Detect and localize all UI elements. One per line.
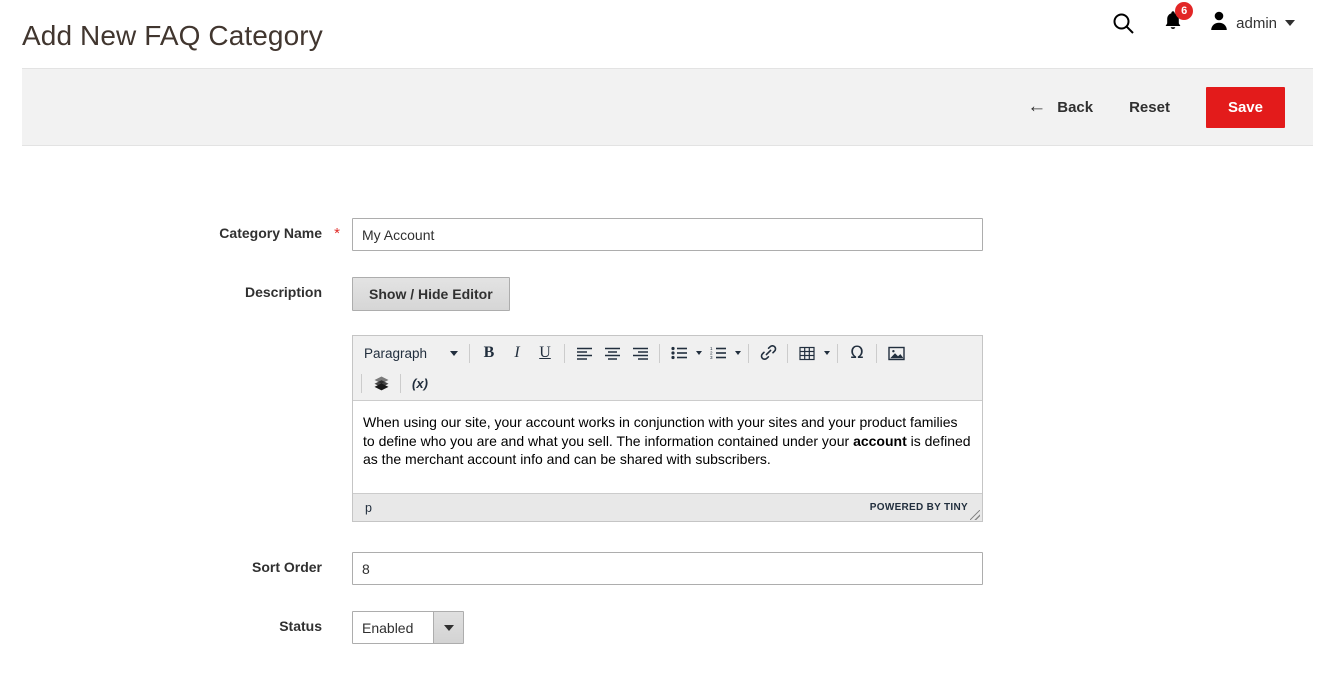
- back-button[interactable]: ← Back: [1009, 91, 1111, 124]
- paragraph-format-value: Paragraph: [364, 346, 427, 361]
- toolbar-separator: [361, 374, 362, 393]
- arrow-left-icon: ←: [1027, 97, 1046, 116]
- paragraph-format-select[interactable]: Paragraph: [356, 340, 464, 366]
- toolbar-separator: [400, 374, 401, 393]
- description-label: Description: [0, 277, 322, 300]
- toolbar-separator: [748, 344, 749, 363]
- admin-username: admin: [1236, 15, 1277, 32]
- svg-text:3: 3: [710, 355, 713, 360]
- editor-status-bar: p POWERED BY TINY: [353, 493, 982, 521]
- show-hide-editor-button[interactable]: Show / Hide Editor: [352, 277, 510, 311]
- faq-category-form: Category Name * Description Show / Hide …: [0, 146, 1321, 644]
- special-character-icon[interactable]: Ω: [843, 340, 871, 366]
- underline-icon[interactable]: U: [531, 340, 559, 366]
- field-status: Status Enabled: [0, 611, 1321, 644]
- description-control: Show / Hide Editor Paragraph B I U: [352, 277, 983, 522]
- reset-button[interactable]: Reset: [1111, 91, 1188, 124]
- sort-order-input[interactable]: [352, 552, 983, 585]
- toolbar-separator: [837, 344, 838, 363]
- field-description: Description Show / Hide Editor Paragraph…: [0, 277, 1321, 522]
- page-actions-bar: ← Back Reset Save: [22, 68, 1313, 146]
- numbered-list-icon[interactable]: 1 2 3: [704, 340, 732, 366]
- status-label: Status: [0, 611, 322, 634]
- align-right-icon[interactable]: [626, 340, 654, 366]
- notifications-button[interactable]: 6: [1149, 6, 1199, 40]
- toolbar-separator: [564, 344, 565, 363]
- status-select-value: Enabled: [353, 612, 433, 643]
- status-select[interactable]: Enabled: [352, 611, 464, 644]
- toolbar-separator: [876, 344, 877, 363]
- chevron-down-icon: [444, 625, 454, 631]
- insert-widget-icon[interactable]: [367, 370, 395, 396]
- italic-icon[interactable]: I: [503, 340, 531, 366]
- toolbar-separator: [659, 344, 660, 363]
- user-avatar-icon: [1209, 10, 1229, 36]
- sort-order-label: Sort Order: [0, 552, 322, 575]
- editor-element-path[interactable]: p: [365, 501, 372, 515]
- insert-image-icon[interactable]: [882, 340, 910, 366]
- admin-menu-button[interactable]: admin: [1199, 10, 1299, 36]
- editor-content-area[interactable]: When using our site, your account works …: [353, 401, 982, 493]
- editor-text-bold: account: [853, 433, 907, 449]
- tinymce-brand-label: POWERED BY TINY: [870, 502, 968, 513]
- search-button[interactable]: [1098, 6, 1149, 40]
- align-left-icon[interactable]: [570, 340, 598, 366]
- editor-toolbar: Paragraph B I U: [353, 336, 982, 401]
- align-center-icon[interactable]: [598, 340, 626, 366]
- save-button[interactable]: Save: [1206, 87, 1285, 128]
- editor-toolbar-row-2: (x): [356, 368, 979, 398]
- table-icon[interactable]: [793, 340, 821, 366]
- category-name-input[interactable]: [352, 218, 983, 251]
- header-tools: 6 admin: [1098, 6, 1299, 40]
- field-sort-order: Sort Order: [0, 552, 1321, 585]
- notification-count-badge: 6: [1175, 2, 1193, 20]
- back-button-label: Back: [1057, 99, 1093, 116]
- numbered-list-chevron-down-icon[interactable]: [735, 351, 741, 355]
- bullet-list-icon[interactable]: [665, 340, 693, 366]
- chevron-down-icon: [1285, 20, 1295, 26]
- toolbar-separator: [469, 344, 470, 363]
- sort-order-control: [352, 552, 983, 585]
- link-icon[interactable]: [754, 340, 782, 366]
- editor-toolbar-row-1: Paragraph B I U: [356, 338, 979, 368]
- field-category-name: Category Name *: [0, 218, 1321, 251]
- search-icon: [1112, 12, 1135, 35]
- insert-variable-icon[interactable]: (x): [406, 370, 434, 396]
- category-name-control: [352, 218, 983, 251]
- wysiwyg-editor: Paragraph B I U: [352, 335, 983, 522]
- editor-paragraph: When using our site, your account works …: [363, 413, 972, 469]
- required-asterisk: *: [322, 218, 352, 242]
- category-name-label: Category Name: [0, 218, 322, 241]
- chevron-down-icon: [450, 351, 458, 356]
- status-control: Enabled: [352, 611, 464, 644]
- page-header: Add New FAQ Category 6: [0, 0, 1321, 68]
- table-chevron-down-icon[interactable]: [824, 351, 830, 355]
- bullet-list-chevron-down-icon[interactable]: [696, 351, 702, 355]
- bold-icon[interactable]: B: [475, 340, 503, 366]
- resize-grip-icon[interactable]: [970, 510, 980, 520]
- reset-button-label: Reset: [1129, 99, 1170, 116]
- page-title: Add New FAQ Category: [22, 22, 323, 50]
- toolbar-separator: [787, 344, 788, 363]
- status-select-arrow[interactable]: [433, 612, 463, 643]
